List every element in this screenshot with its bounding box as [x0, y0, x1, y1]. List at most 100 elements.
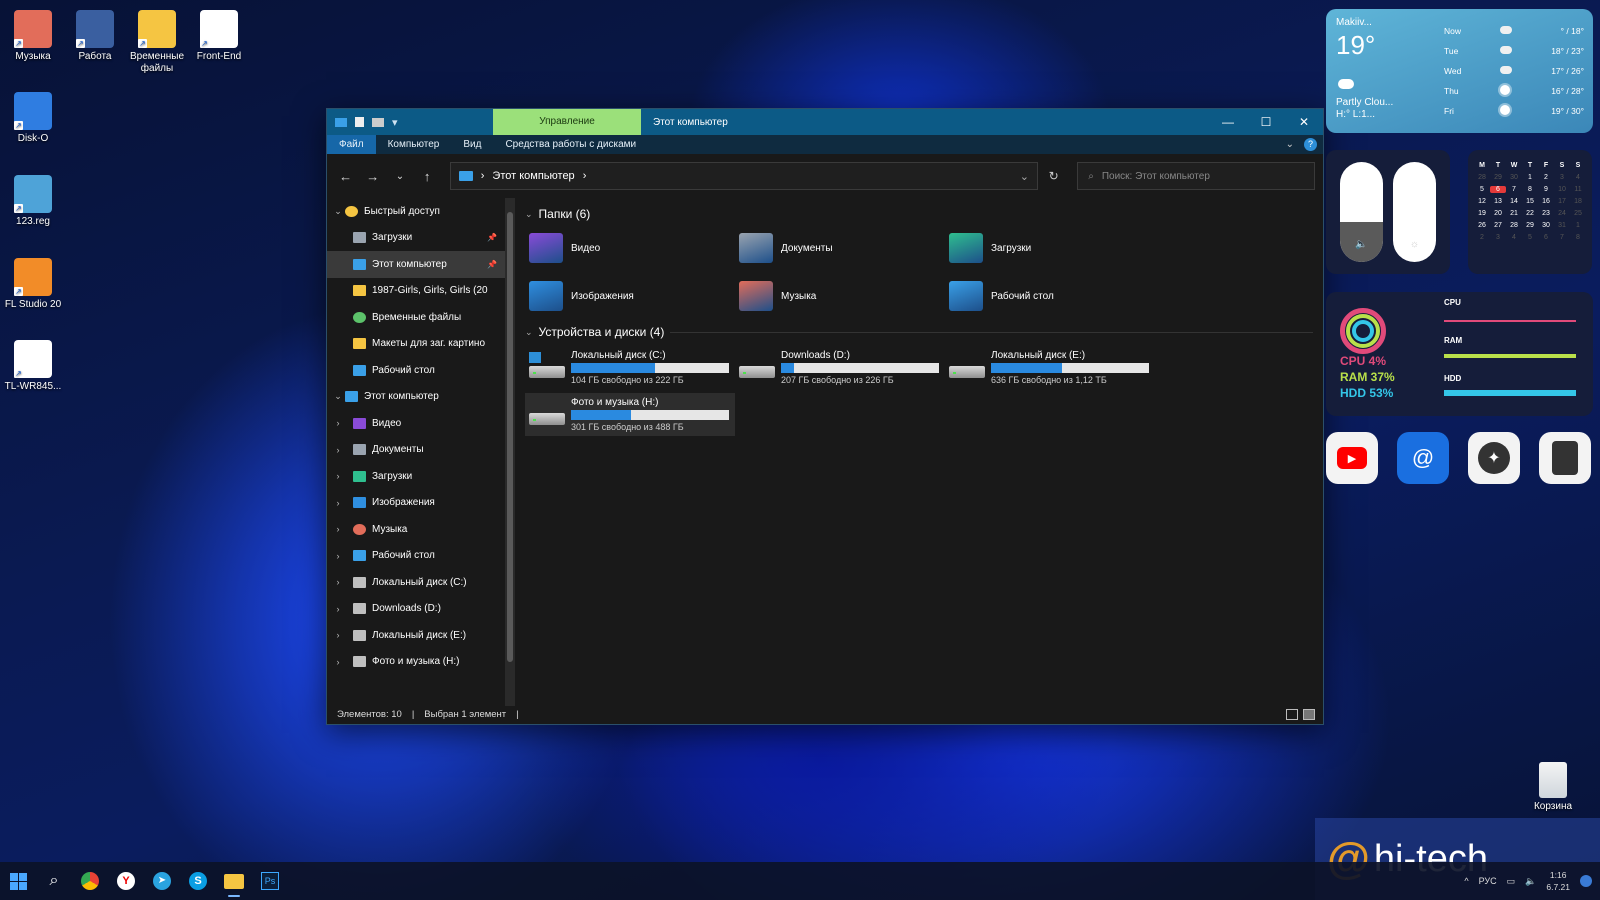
sidebar-item[interactable]: › Загрузки	[327, 463, 505, 490]
sidebar-item[interactable]: › Локальный диск (E:)	[327, 622, 505, 649]
customize-toolbar-icon[interactable]: ▾	[392, 116, 398, 129]
expand-ribbon-icon[interactable]: ⌄	[1286, 139, 1294, 150]
weather-widget[interactable]: Makiiv... 19° Partly Clou... H:° L:1... …	[1326, 9, 1593, 133]
network-icon[interactable]: ▭	[1507, 876, 1516, 887]
chevron-right-icon[interactable]: ›	[331, 524, 345, 534]
skype-button[interactable]: S	[180, 863, 216, 899]
back-arrow-icon[interactable]: ←	[335, 169, 356, 184]
calendar-day[interactable]: 8	[1522, 186, 1538, 193]
help-icon[interactable]: ?	[1304, 138, 1317, 151]
calendar-day[interactable]: 19	[1474, 210, 1490, 217]
desktop-icon-1[interactable]: ↗ Работа	[62, 10, 128, 63]
calculator-app-tile[interactable]	[1539, 432, 1591, 484]
calendar-day[interactable]: 7	[1506, 186, 1522, 193]
address-bar[interactable]: › Этот компьютер › ⌄	[449, 162, 1038, 190]
chevron-right-icon[interactable]: ›	[331, 551, 345, 561]
input-language[interactable]: РУС	[1479, 876, 1497, 886]
photos-app-tile[interactable]: ✦	[1468, 432, 1520, 484]
calendar-day[interactable]: 24	[1554, 210, 1570, 217]
calendar-widget[interactable]: M T W T F S S 28 29 30 1 2 3 4 5 6 7 8 9 10 11 12 13 14 15 16 17 18…	[1468, 150, 1592, 274]
show-hidden-icons-icon[interactable]: ^	[1464, 876, 1468, 886]
calendar-day[interactable]: 1	[1522, 174, 1538, 181]
calendar-day[interactable]: 10	[1554, 186, 1570, 193]
youtube-app-tile[interactable]: ▶	[1326, 432, 1378, 484]
up-arrow-icon[interactable]: ↑	[417, 169, 438, 184]
sidebar-item[interactable]: › Фото и музыка (H:)	[327, 649, 505, 676]
recent-locations-icon[interactable]: ⌄	[389, 171, 410, 182]
file-explorer-button[interactable]	[216, 863, 252, 899]
desktop-icon-4[interactable]: ↗ Disk-O	[0, 92, 66, 145]
drive-item[interactable]: Локальный диск (E:) 636 ГБ свободно из 1,…	[945, 346, 1155, 389]
calendar-day[interactable]: 31	[1554, 222, 1570, 229]
volume-slider[interactable]: 🔈	[1340, 162, 1383, 262]
folder-item[interactable]: Документы	[735, 228, 945, 268]
telegram-button[interactable]: ➤	[144, 863, 180, 899]
drive-item[interactable]: Фото и музыка (H:) 301 ГБ свободно из 488…	[525, 393, 735, 436]
sidebar-item[interactable]: ⌄ Быстрый доступ	[327, 198, 505, 225]
sidebar-item[interactable]: Временные файлы	[327, 304, 505, 331]
calendar-day[interactable]: 15	[1522, 198, 1538, 205]
address-dropdown-icon[interactable]: ⌄	[1020, 170, 1029, 183]
chevron-down-icon[interactable]: ⌄	[331, 206, 345, 217]
sidebar-item[interactable]: › Музыка	[327, 516, 505, 543]
chevron-right-icon[interactable]: ›	[331, 471, 345, 481]
refresh-icon[interactable]: ↻	[1044, 169, 1063, 183]
search-button[interactable]: ⌕	[36, 863, 72, 899]
calendar-today[interactable]: 6	[1490, 186, 1506, 193]
sidebar-item[interactable]: Загрузки 📌	[327, 225, 505, 252]
calendar-day[interactable]: 30	[1506, 174, 1522, 181]
tab-view[interactable]: Вид	[451, 135, 493, 154]
sidebar-item[interactable]: Этот компьютер 📌	[327, 251, 505, 278]
calendar-day[interactable]: 26	[1474, 222, 1490, 229]
folder-item[interactable]: Загрузки	[945, 228, 1155, 268]
chevron-right-icon[interactable]: ›	[331, 498, 345, 508]
folder-item[interactable]: Рабочий стол	[945, 276, 1155, 316]
chevron-right-icon[interactable]: ›	[331, 604, 345, 614]
forward-arrow-icon[interactable]: →	[362, 169, 383, 184]
yandex-browser-button[interactable]: Y	[108, 863, 144, 899]
calendar-day[interactable]: 2	[1538, 174, 1554, 181]
calendar-day[interactable]: 29	[1522, 222, 1538, 229]
calendar-day[interactable]: 2	[1474, 234, 1490, 241]
close-button[interactable]: ✕	[1285, 109, 1323, 135]
calendar-day[interactable]: 9	[1538, 186, 1554, 193]
photoshop-button[interactable]: Ps	[252, 863, 288, 899]
calendar-day[interactable]: 16	[1538, 198, 1554, 205]
tab-manage[interactable]: Управление	[493, 109, 641, 135]
calendar-day[interactable]: 28	[1474, 174, 1490, 181]
calendar-day[interactable]: 20	[1490, 210, 1506, 217]
chevron-right-icon[interactable]: ›	[331, 418, 345, 428]
folder-item[interactable]: Изображения	[525, 276, 735, 316]
calendar-day[interactable]: 5	[1474, 186, 1490, 193]
desktop-icon-7[interactable]: ↗ TL-WR845...	[0, 340, 66, 393]
recycle-bin-icon[interactable]: Корзина	[1523, 762, 1583, 813]
calendar-day[interactable]: 12	[1474, 198, 1490, 205]
volume-icon[interactable]: 🔈	[1525, 876, 1536, 887]
sidebar-item[interactable]: › Рабочий стол	[327, 543, 505, 570]
calendar-day[interactable]: 1	[1570, 222, 1586, 229]
clock[interactable]: 1:16 6.7.21	[1546, 869, 1570, 893]
calendar-day[interactable]: 7	[1554, 234, 1570, 241]
calendar-day[interactable]: 4	[1570, 174, 1586, 181]
folders-section-header[interactable]: ⌄ Папки (6)	[525, 204, 1313, 224]
breadcrumb-separator[interactable]: ›	[481, 170, 485, 182]
sidebar-item[interactable]: › Изображения	[327, 490, 505, 517]
calendar-day[interactable]: 14	[1506, 198, 1522, 205]
title-bar[interactable]: ▾ Управление Этот компьютер — ☐ ✕	[327, 109, 1323, 135]
calendar-day[interactable]: 11	[1570, 186, 1586, 193]
mail-app-tile[interactable]: @	[1397, 432, 1449, 484]
large-icons-view-icon[interactable]	[1303, 709, 1315, 720]
calendar-day[interactable]: 17	[1554, 198, 1570, 205]
desktop-icon-2[interactable]: ↗ Временные файлы	[124, 10, 190, 75]
calendar-day[interactable]: 6	[1538, 234, 1554, 241]
properties-icon[interactable]	[355, 117, 364, 127]
notifications-icon[interactable]	[1580, 875, 1592, 887]
new-folder-icon[interactable]	[372, 117, 384, 127]
calendar-day[interactable]: 25	[1570, 210, 1586, 217]
calendar-day[interactable]: 3	[1554, 174, 1570, 181]
scrollbar-thumb[interactable]	[507, 212, 513, 662]
calendar-day[interactable]: 29	[1490, 174, 1506, 181]
desktop-icon-6[interactable]: ↗ FL Studio 20	[0, 258, 66, 311]
calendar-day[interactable]: 3	[1490, 234, 1506, 241]
search-input[interactable]: ⌕ Поиск: Этот компьютер	[1077, 162, 1315, 190]
